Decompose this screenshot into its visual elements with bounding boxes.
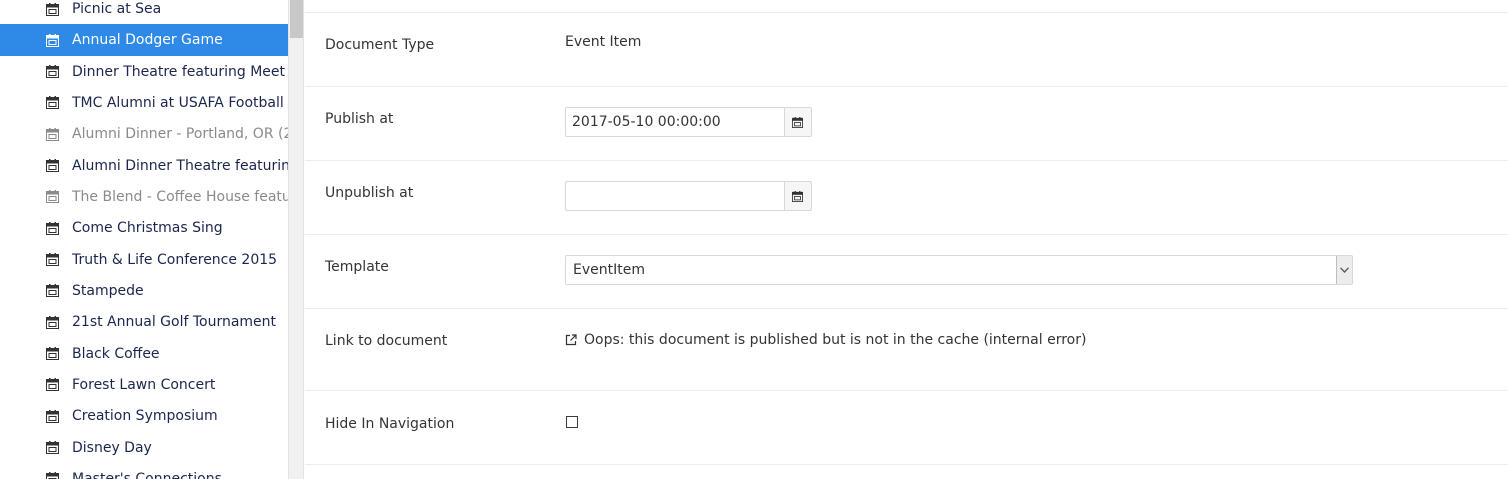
- divider: [305, 464, 1508, 465]
- tree-item-label: Master's Connections: [72, 470, 222, 479]
- calendar-icon: [46, 315, 59, 329]
- divider: [305, 160, 1508, 161]
- publish-at-label: Publish at: [325, 111, 394, 127]
- divider: [305, 234, 1508, 235]
- calendar-icon: [46, 159, 59, 173]
- tree-item-label: Truth & Life Conference 2015: [72, 251, 278, 268]
- calendar-icon: [46, 33, 59, 47]
- tree-item[interactable]: TMC Alumni at USAFA Football Ga: [0, 87, 288, 119]
- tree-item-label: Come Christmas Sing: [72, 220, 223, 237]
- document-type-label: Document Type: [325, 37, 435, 53]
- tree-item[interactable]: Dinner Theatre featuring Meet M: [0, 56, 288, 88]
- calendar-icon: [46, 347, 59, 361]
- tree-item-label: Alumni Dinner Theatre featuring: [72, 157, 288, 174]
- calendar-icon: [46, 409, 59, 423]
- calendar-icon: [791, 190, 805, 202]
- calendar-icon: [46, 127, 59, 141]
- template-select[interactable]: EventItem: [565, 255, 1353, 285]
- divider: [305, 390, 1508, 391]
- link-to-document-label: Link to document: [325, 333, 448, 349]
- tree-item[interactable]: Forest Lawn Concert: [0, 369, 288, 401]
- divider: [305, 12, 1508, 13]
- external-link-icon: [565, 334, 577, 346]
- calendar-icon: [46, 96, 59, 110]
- calendar-icon: [46, 472, 59, 479]
- publish-at-field: [565, 107, 812, 137]
- calendar-icon: [46, 2, 59, 16]
- link-to-document-text: Oops: this document is published but is …: [584, 332, 1087, 348]
- unpublish-at-calendar-button[interactable]: [784, 181, 812, 211]
- tree-item-label: Creation Symposium: [72, 408, 218, 425]
- tree-item-label: TMC Alumni at USAFA Football Ga: [72, 94, 288, 111]
- calendar-icon: [46, 253, 59, 267]
- tree-item[interactable]: The Blend - Coffee House featuri: [0, 181, 288, 213]
- tree-item[interactable]: Come Christmas Sing: [0, 212, 288, 244]
- calendar-icon: [46, 65, 59, 79]
- tree-item-label: Black Coffee: [72, 345, 160, 362]
- tree-item-label: Annual Dodger Game: [72, 32, 223, 49]
- tree-item[interactable]: Alumni Dinner - Portland, OR (20: [0, 118, 288, 150]
- tree-item-label: Forest Lawn Concert: [72, 376, 216, 393]
- divider: [305, 86, 1508, 87]
- calendar-icon: [46, 190, 59, 204]
- tree-item-label: Alumni Dinner - Portland, OR (20: [72, 126, 288, 143]
- tree-item-label: Picnic at Sea: [72, 1, 162, 17]
- properties-panel: Document Type Event Item Publish at Unpu…: [305, 0, 1508, 479]
- tree-scrollbar[interactable]: [288, 0, 304, 479]
- hide-in-navigation-checkbox[interactable]: [566, 416, 578, 428]
- tree-item[interactable]: Creation Symposium: [0, 400, 288, 432]
- tree-item[interactable]: Stampede: [0, 275, 288, 307]
- unpublish-at-label: Unpublish at: [325, 185, 414, 201]
- content-tree: Picnic at Sea Annual Dodger Game Dinner Th…: [0, 0, 288, 479]
- calendar-icon: [46, 284, 59, 298]
- document-type-value: Event Item: [565, 34, 642, 50]
- hide-in-navigation-label: Hide In Navigation: [325, 416, 455, 432]
- tree-item[interactable]: Disney Day: [0, 432, 288, 464]
- unpublish-at-input[interactable]: [565, 181, 785, 211]
- calendar-icon: [46, 441, 59, 455]
- tree-item-label: 21st Annual Golf Tournament: [72, 314, 277, 331]
- tree-item[interactable]: Annual Dodger Game: [0, 24, 288, 57]
- tree-item[interactable]: Picnic at Sea: [0, 0, 288, 25]
- template-label: Template: [325, 259, 389, 275]
- chevron-down-icon: [1336, 256, 1352, 284]
- tree-item-label: Dinner Theatre featuring Meet M: [72, 63, 288, 80]
- publish-at-input[interactable]: [565, 107, 785, 137]
- tree-scrollbar-thumb[interactable]: [290, 0, 303, 38]
- tree-item[interactable]: Truth & Life Conference 2015: [0, 244, 288, 276]
- unpublish-at-field: [565, 181, 812, 211]
- tree-item[interactable]: Alumni Dinner Theatre featuring: [0, 150, 288, 182]
- tree-item-label: Stampede: [72, 282, 144, 299]
- divider: [305, 308, 1508, 309]
- link-to-document[interactable]: Oops: this document is published but is …: [565, 332, 1086, 348]
- publish-at-calendar-button[interactable]: [784, 107, 812, 137]
- calendar-icon: [791, 116, 805, 128]
- tree-item-label: Disney Day: [72, 439, 152, 456]
- calendar-icon: [46, 378, 59, 392]
- tree-item[interactable]: Black Coffee: [0, 338, 288, 370]
- tree-item[interactable]: 21st Annual Golf Tournament: [0, 306, 288, 338]
- tree-item-label: The Blend - Coffee House featuri: [72, 188, 288, 205]
- tree-item[interactable]: Master's Connections: [0, 463, 288, 479]
- calendar-icon: [46, 221, 59, 235]
- template-selected-value: EventItem: [573, 262, 645, 278]
